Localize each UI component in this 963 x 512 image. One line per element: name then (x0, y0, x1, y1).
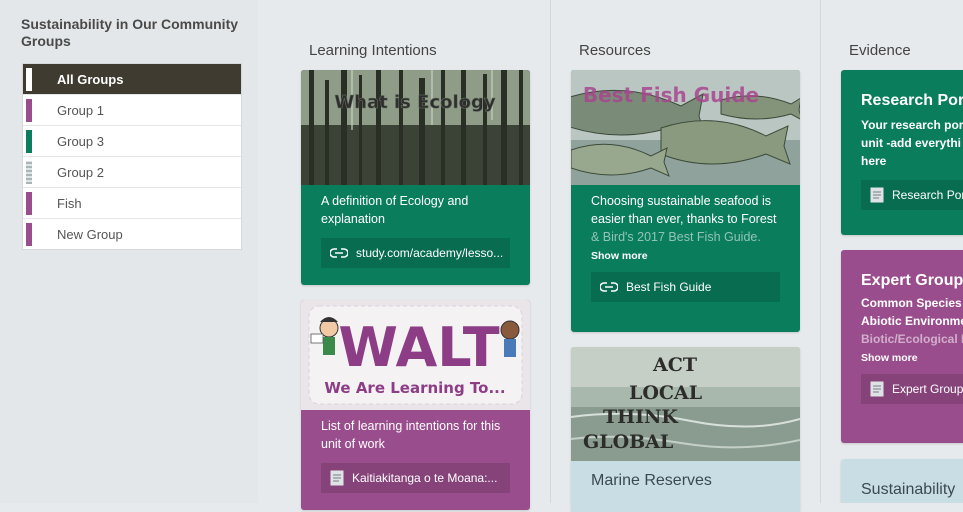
link-icon (330, 248, 348, 258)
card-link-label: Kaitiakitanga o te Moana:... (352, 471, 498, 485)
link-icon (600, 282, 618, 292)
group-label: All Groups (57, 71, 124, 87)
card-description: A definition of Ecology and explanation (321, 194, 469, 226)
description-line: Abiotic Environme (861, 314, 963, 328)
description-line: Your research por (861, 118, 963, 132)
column-evidence: Evidence Research Por Your research por … (820, 0, 963, 503)
slogan-line: LOCAL (629, 382, 702, 404)
card-expert-groups[interactable]: Expert Group Common Species T Abiotic En… (841, 250, 963, 443)
group-color-marker (26, 223, 32, 246)
group-label: Group 3 (57, 133, 104, 149)
card-link-label: Best Fish Guide (626, 280, 712, 294)
slogan-line: GLOBAL (583, 431, 673, 453)
board-title: Sustainability in Our Community Groups (21, 16, 239, 49)
card-description: Common Species T Abiotic Environme Bioti… (841, 290, 963, 348)
group-item-all-groups[interactable]: All Groups (23, 64, 241, 95)
card-title: Research Por (861, 92, 963, 109)
group-item-fish[interactable]: Fish (23, 188, 241, 219)
card-walt[interactable]: WALT We Are Learning To... List of learn… (301, 300, 530, 510)
group-list: All Groups Group 1 Group 3 Group 2 Fish … (22, 63, 242, 250)
group-color-marker (26, 99, 32, 122)
group-label: Group 2 (57, 164, 104, 180)
image-caption: Best Fish Guide (583, 83, 759, 107)
card-link[interactable]: study.com/academy/lesso... (321, 238, 510, 268)
description-line: here (861, 154, 887, 168)
card-title: Marine Reserves (591, 472, 712, 489)
card-marine-reserves[interactable]: ACT LOCAL THINK GLOBAL Marine Reserves (571, 347, 800, 512)
card-link[interactable]: Research Por (861, 180, 963, 210)
card-research-portfolio[interactable]: Research Por Your research por unit -add… (841, 70, 963, 235)
column-learning-intentions: Learning Intentions What is Ecology A de… (280, 0, 550, 510)
walt-title: WALT (338, 316, 499, 379)
description-line: & Bird's 2017 Best Fish Guide. (591, 230, 761, 244)
card-link[interactable]: Kaitiakitanga o te Moana:... (321, 463, 510, 493)
card-best-fish-guide[interactable]: Best Fish Guide Choosing sustainable sea… (571, 70, 800, 332)
column-title: Learning Intentions (309, 42, 437, 59)
group-item-group-3[interactable]: Group 3 (23, 126, 241, 157)
card-link[interactable]: Best Fish Guide (591, 272, 780, 302)
card-title: Expert Group (861, 272, 963, 289)
group-color-marker (26, 130, 32, 153)
fish-image: Best Fish Guide (571, 70, 800, 185)
document-icon (870, 381, 884, 397)
card-sustainability[interactable]: Sustainability (841, 459, 963, 503)
description-line: Common Species T (861, 296, 963, 310)
forest-image: What is Ecology (301, 70, 530, 185)
column-title: Resources (579, 42, 651, 59)
document-icon (330, 470, 344, 486)
walt-subtitle: We Are Learning To... (324, 379, 505, 397)
walt-image: WALT We Are Learning To... (301, 300, 530, 410)
card-description: Choosing sustainable seafood is easier t… (571, 185, 800, 246)
description-line: Choosing sustainable seafood is (591, 194, 771, 208)
group-item-group-2[interactable]: Group 2 (23, 157, 241, 188)
card-link[interactable]: Expert Group (861, 374, 963, 404)
group-color-marker (26, 161, 32, 184)
card-link-label: study.com/academy/lesso... (356, 246, 504, 260)
column-resources: Resources Best Fish Guide Choosing susta… (550, 0, 820, 512)
group-item-new-group[interactable]: New Group (23, 219, 241, 249)
card-description: List of learning intentions for this uni… (321, 419, 501, 451)
card-link-label: Research Por (892, 188, 963, 202)
group-color-marker (26, 192, 32, 215)
card-link-label: Expert Group (892, 382, 963, 396)
column-title: Evidence (849, 42, 911, 59)
board: Learning Intentions What is Ecology A de… (280, 0, 963, 512)
description-line: easier than ever, thanks to Forest (591, 212, 777, 226)
document-icon (870, 187, 884, 203)
card-what-is-ecology[interactable]: What is Ecology A definition of Ecology … (301, 70, 530, 285)
description-line: Biotic/Ecological In (861, 332, 963, 346)
image-caption: What is Ecology (334, 92, 496, 113)
group-label: New Group (57, 226, 123, 242)
card-description: Your research por unit -add everythi her… (841, 110, 963, 170)
group-label: Group 1 (57, 102, 104, 118)
description-line: unit -add everythi (861, 136, 962, 150)
group-item-group-1[interactable]: Group 1 (23, 95, 241, 126)
slogan-line: THINK (603, 406, 679, 428)
show-more-button[interactable]: Show more (841, 348, 963, 364)
slogan-line: ACT (652, 354, 697, 376)
group-label: Fish (57, 195, 82, 211)
sidebar: Sustainability in Our Community Groups A… (0, 0, 258, 503)
sea-image: ACT LOCAL THINK GLOBAL (571, 347, 800, 461)
show-more-button[interactable]: Show more (571, 246, 800, 262)
card-title: Sustainability (861, 481, 956, 498)
group-color-marker (26, 68, 32, 91)
